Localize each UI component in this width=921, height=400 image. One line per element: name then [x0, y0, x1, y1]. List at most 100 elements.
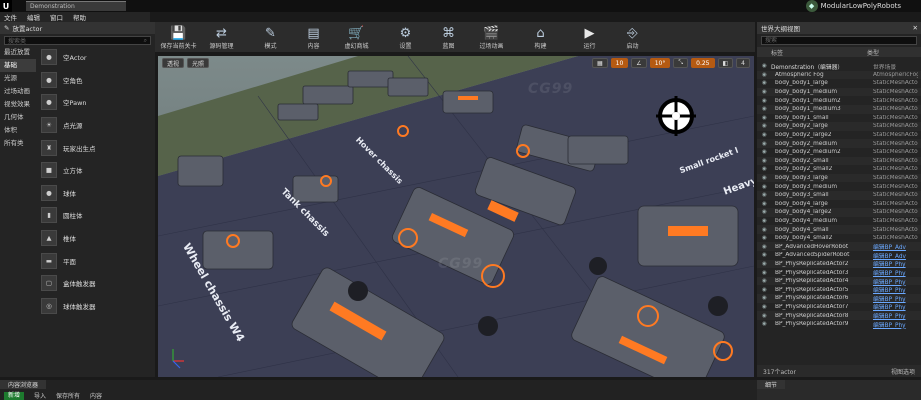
close-icon[interactable]: ✕ [913, 24, 918, 32]
actor-item[interactable]: ● 空角色 [37, 69, 155, 92]
visibility-eye-icon[interactable]: ◉ [762, 321, 769, 327]
visibility-eye-icon[interactable]: ◉ [762, 235, 769, 241]
category-item[interactable]: 过场动画 [0, 85, 36, 98]
blueprint-toolbar-button[interactable]: ⌘ 蓝图 [427, 22, 470, 52]
outliner-row[interactable]: ◉ BP_PhysReplicatedActor2 编辑BP_Phy [757, 259, 921, 268]
visibility-eye-icon[interactable]: ◉ [762, 158, 769, 164]
outliner-row[interactable]: ◉ BP_AdvancedHoverRobot 编辑BP_Adv [757, 242, 921, 251]
visibility-eye-icon[interactable]: ◉ [762, 63, 769, 69]
visibility-eye-icon[interactable]: ◉ [762, 184, 769, 190]
column-type-header[interactable]: 类型 [867, 48, 879, 57]
visibility-eye-icon[interactable]: ◉ [762, 261, 769, 267]
menu-file[interactable]: 文件 [4, 12, 17, 22]
view-options-button[interactable]: 视图选项 [891, 367, 915, 376]
document-tab[interactable]: Demonstration [26, 1, 126, 11]
outliner-row[interactable]: ◉ body_body4_small StaticMeshActor [757, 225, 921, 234]
outliner-row[interactable]: ◉ body_body4_small2 StaticMeshActor [757, 234, 921, 243]
outliner-row[interactable]: ◉ BP_PhysReplicatedActor4 编辑BP_Phy [757, 276, 921, 286]
outliner-row[interactable]: ◉ body_body1_large StaticMeshActor [757, 79, 921, 88]
source-toolbar-button[interactable]: ⇄ 源码管理 [200, 22, 243, 52]
outliner-row[interactable]: ◉ Demonstration（编辑器） 世界场景 [757, 62, 921, 71]
visibility-eye-icon[interactable]: ◉ [762, 106, 769, 112]
outliner-row[interactable]: ◉ body_body4_large2 StaticMeshActor [757, 208, 921, 217]
outliner-row[interactable]: ◉ BP_PhysReplicatedActor5 编辑BP_Phy [757, 285, 921, 295]
outliner-row[interactable]: ◉ BP_PhysReplicatedActor6 编辑BP_Phy [757, 294, 921, 303]
level-viewport[interactable]: 透视 光照 ▦ 10 ∠ 10° ⤡ 0.25 ◧ 4 Tank chassis… [158, 56, 754, 377]
menu-window[interactable]: 窗口 [50, 12, 63, 22]
scale-snap-icon[interactable]: ⤡ [673, 58, 689, 68]
visibility-eye-icon[interactable]: ◉ [762, 175, 769, 181]
market-toolbar-button[interactable]: 🛒 虚幻商城 [335, 22, 378, 52]
place-actor-tab[interactable]: ✎ 放置actor [0, 22, 155, 34]
visibility-eye-icon[interactable]: ◉ [762, 218, 769, 224]
visibility-eye-icon[interactable]: ◉ [762, 313, 769, 319]
outliner-row[interactable]: ◉ body_body2_large StaticMeshActor [757, 122, 921, 131]
category-item[interactable]: 光源 [0, 72, 36, 85]
visibility-eye-icon[interactable]: ◉ [762, 141, 769, 147]
outliner-row[interactable]: ◉ body_body2_medium2 StaticMeshActor [757, 148, 921, 157]
category-item[interactable]: 最近放置 [0, 46, 36, 59]
camera-speed-value[interactable]: 4 [736, 58, 750, 68]
outliner-row[interactable]: ◉ BP_PhysReplicatedActor7 编辑BP_Phy [757, 303, 921, 312]
outliner-row[interactable]: ◉ body_body3_large StaticMeshActor [757, 173, 921, 183]
outliner-row[interactable]: ◉ body_body1_medium StaticMeshActor [757, 87, 921, 97]
outliner-row[interactable]: ◉ body_body2_medium StaticMeshActor [757, 139, 921, 148]
category-item[interactable]: 视觉效果 [0, 98, 36, 111]
menu-help[interactable]: 帮助 [73, 12, 86, 22]
outliner-row[interactable]: ◉ body_body2_small StaticMeshActor [757, 156, 921, 166]
save-all-button[interactable]: 保存所有 [56, 391, 80, 400]
grid-snap-icon[interactable]: ▦ [591, 58, 608, 68]
outliner-row[interactable]: ◉ body_body1_medium3 StaticMeshActor [757, 104, 921, 114]
grid-snap-value[interactable]: 10 [610, 58, 629, 68]
outliner-row[interactable]: ◉ body_body2_small2 StaticMeshActor [757, 165, 921, 174]
actor-item[interactable]: ● 空Actor [37, 46, 155, 69]
menu-edit[interactable]: 编辑 [27, 12, 40, 22]
lit-button[interactable]: 光照 [187, 58, 210, 68]
save-toolbar-button[interactable]: 💾 保存当前关卡 [157, 22, 200, 52]
outliner-row[interactable]: ◉ body_body3_medium StaticMeshActor [757, 182, 921, 191]
actor-item[interactable]: ▢ 盒体触发器 [37, 272, 155, 295]
outliner-row[interactable]: ◉ body_body1_medium2 StaticMeshActor [757, 96, 921, 105]
modes-toolbar-button[interactable]: ✎ 模式 [249, 22, 292, 52]
outliner-row[interactable]: ◉ body_body4_medium StaticMeshActor [757, 217, 921, 226]
outliner-row[interactable]: ◉ BP_PhysReplicatedActor3 编辑BP_Phy [757, 268, 921, 278]
visibility-eye-icon[interactable]: ◉ [762, 252, 769, 258]
outliner-search-input[interactable]: 搜索 [761, 36, 917, 45]
outliner-row[interactable]: ◉ body_body4_large StaticMeshActor [757, 200, 921, 209]
actor-item[interactable]: ■ 立方体 [37, 159, 155, 182]
visibility-eye-icon[interactable]: ◉ [762, 278, 769, 284]
visibility-eye-icon[interactable]: ◉ [762, 244, 769, 250]
actor-item[interactable]: ▮ 圆柱体 [37, 204, 155, 227]
visibility-eye-icon[interactable]: ◉ [762, 295, 769, 301]
actor-item[interactable]: ● 空Pawn [37, 91, 155, 114]
visibility-eye-icon[interactable]: ◉ [762, 270, 769, 276]
play-toolbar-button[interactable]: ▶ 运行 [568, 22, 611, 52]
add-new-button[interactable]: 新增 [4, 391, 25, 400]
actor-item[interactable]: ▬ 平面 [37, 249, 155, 272]
import-button[interactable]: 导入 [34, 391, 46, 400]
content-browser-tab[interactable]: 内容浏览器 [0, 380, 47, 389]
actor-item[interactable]: ☀ 点光源 [37, 114, 155, 137]
actor-item[interactable]: ♜ 玩家出生点 [37, 136, 155, 159]
visibility-eye-icon[interactable]: ◉ [762, 227, 769, 233]
visibility-eye-icon[interactable]: ◉ [762, 287, 769, 293]
visibility-eye-icon[interactable]: ◉ [762, 80, 769, 86]
outliner-row[interactable]: ◉ body_body2_large2 StaticMeshActor [757, 131, 921, 140]
visibility-eye-icon[interactable]: ◉ [762, 201, 769, 207]
visibility-eye-icon[interactable]: ◉ [762, 72, 769, 78]
rotation-snap-icon[interactable]: ∠ [631, 58, 647, 68]
visibility-eye-icon[interactable]: ◉ [762, 89, 769, 95]
class-search-input[interactable]: 搜索类 ⌕ [4, 36, 151, 45]
cinematics-toolbar-button[interactable]: 🎬 过场动画 [470, 22, 513, 52]
visibility-eye-icon[interactable]: ◉ [762, 98, 769, 104]
visibility-eye-icon[interactable]: ◉ [762, 304, 769, 310]
visibility-eye-icon[interactable]: ◉ [762, 149, 769, 155]
category-item[interactable]: 所有类 [0, 137, 36, 150]
visibility-eye-icon[interactable]: ◉ [762, 166, 769, 172]
outliner-row[interactable]: ◉ BP_PhysReplicatedActor9 编辑BP_Phy [757, 320, 921, 329]
edit-blueprint-link[interactable]: 编辑BP_Phy [873, 320, 918, 329]
perspective-button[interactable]: 透视 [162, 58, 185, 68]
build-toolbar-button[interactable]: ⌂ 构建 [519, 22, 562, 52]
actor-item[interactable]: ◎ 球体触发器 [37, 295, 155, 318]
settings-toolbar-button[interactable]: ⚙ 设置 [384, 22, 427, 52]
